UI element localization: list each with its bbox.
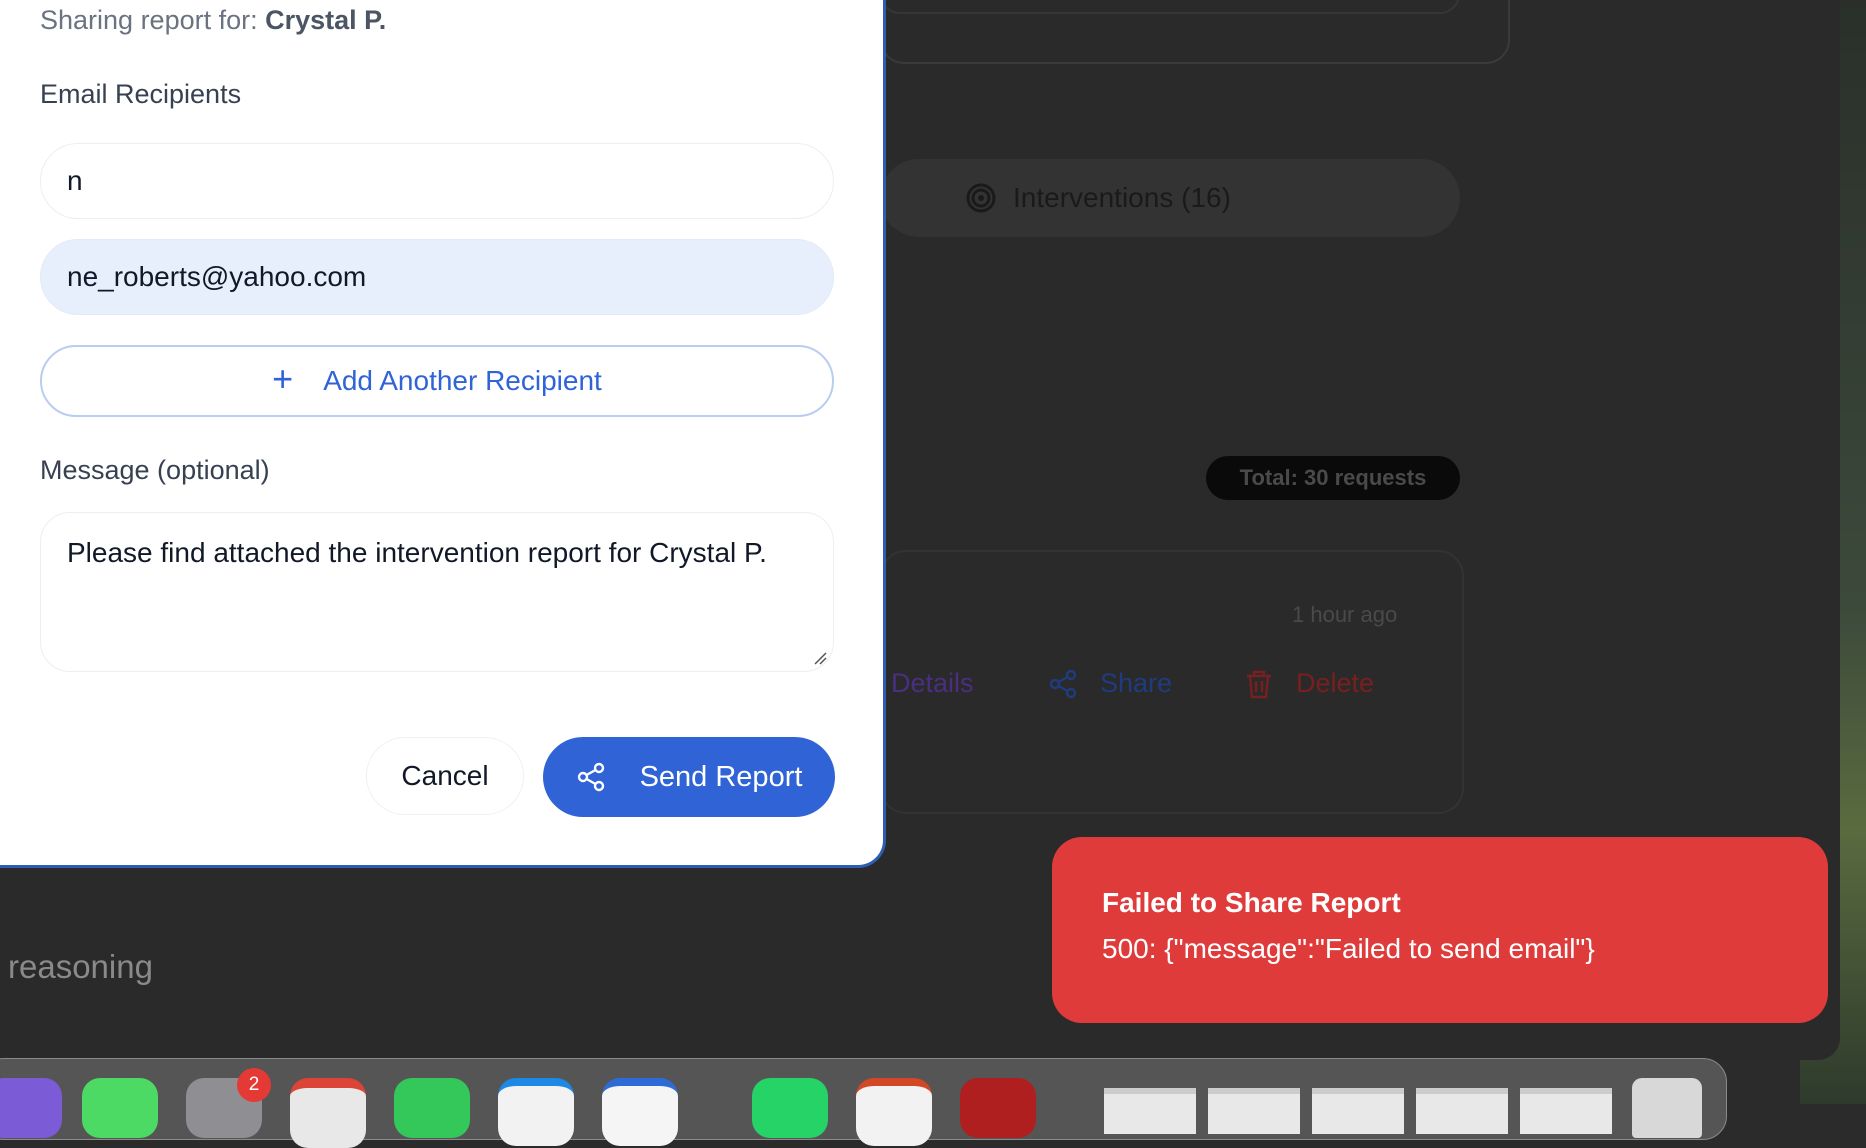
share-label: Share xyxy=(1100,668,1173,698)
trash-app-icon[interactable] xyxy=(1632,1078,1702,1138)
trash-icon xyxy=(1247,670,1271,698)
cancel-button[interactable]: Cancel xyxy=(366,737,524,815)
details-label: Details xyxy=(891,668,974,698)
tab-interventions[interactable]: Interventions (16) xyxy=(965,176,1231,220)
tab-label: Interventions (16) xyxy=(1013,182,1231,213)
acrobat-app-icon[interactable] xyxy=(960,1078,1036,1138)
send-report-button[interactable]: Send Report xyxy=(543,737,835,817)
background-card-inner xyxy=(880,0,1460,14)
notification-badge: 2 xyxy=(237,1068,271,1102)
sharing-subtitle: Sharing report for: Crystal P. xyxy=(40,5,386,36)
facetime-app-icon[interactable] xyxy=(394,1078,470,1138)
dock-separator xyxy=(714,1075,716,1105)
timestamp: 1 hour ago xyxy=(1292,602,1398,627)
chrome-app-icon[interactable] xyxy=(290,1078,366,1148)
share-report-modal: Sharing report for: Crystal P. Email Rec… xyxy=(0,0,886,868)
share-button[interactable]: Share xyxy=(1048,668,1172,699)
share-icon xyxy=(1049,669,1077,698)
recipient-email-field[interactable]: n xyxy=(40,143,834,219)
toast-title: Failed to Share Report xyxy=(1102,887,1401,918)
minimized-window-thumbnail[interactable] xyxy=(1416,1088,1508,1134)
resize-handle-icon[interactable] xyxy=(813,651,827,665)
delete-button[interactable]: Delete xyxy=(1244,668,1374,699)
message-label: Message (optional) xyxy=(40,455,270,485)
target-icon xyxy=(966,183,996,213)
plus-icon: + xyxy=(272,358,294,399)
email-recipients-label: Email Recipients xyxy=(40,79,242,109)
add-recipient-button[interactable]: + Add Another Recipient xyxy=(40,345,834,417)
messages-app-icon[interactable] xyxy=(82,1078,158,1138)
powerpoint-app-icon[interactable] xyxy=(856,1078,932,1146)
error-toast[interactable]: Failed to Share Report 500: {"message":"… xyxy=(1052,837,1828,1023)
sharing-prefix: Sharing report for: xyxy=(40,5,266,35)
toast-message: 500: {"message":"Failed to send email"} xyxy=(1102,933,1595,964)
send-report-label: Send Report xyxy=(639,760,803,793)
finder-app-icon[interactable] xyxy=(602,1078,678,1146)
message-text: Please find attached the intervention re… xyxy=(67,537,767,568)
dock-separator xyxy=(1074,1075,1076,1105)
viber-app-icon[interactable] xyxy=(0,1078,62,1138)
patient-name: Crystal P. xyxy=(265,5,387,35)
minimized-window-thumbnail[interactable] xyxy=(1208,1088,1300,1134)
recipient-email-field[interactable]: ne_roberts@yahoo.com xyxy=(40,239,834,315)
minimized-window-thumbnail[interactable] xyxy=(1104,1088,1196,1134)
minimized-window-thumbnail[interactable] xyxy=(1520,1088,1612,1134)
safari-app-icon[interactable] xyxy=(498,1078,574,1146)
share-icon xyxy=(577,762,604,792)
whatsapp-app-icon[interactable] xyxy=(752,1078,828,1138)
total-requests-badge: Total: 30 requests xyxy=(1206,456,1460,500)
add-recipient-label: Add Another Recipient xyxy=(323,365,602,396)
details-button[interactable]: Details xyxy=(891,668,974,699)
reasoning-text: reasoning xyxy=(8,948,153,985)
minimized-window-thumbnail[interactable] xyxy=(1312,1088,1404,1134)
message-textarea[interactable]: Please find attached the intervention re… xyxy=(40,512,834,672)
delete-label: Delete xyxy=(1296,668,1375,698)
